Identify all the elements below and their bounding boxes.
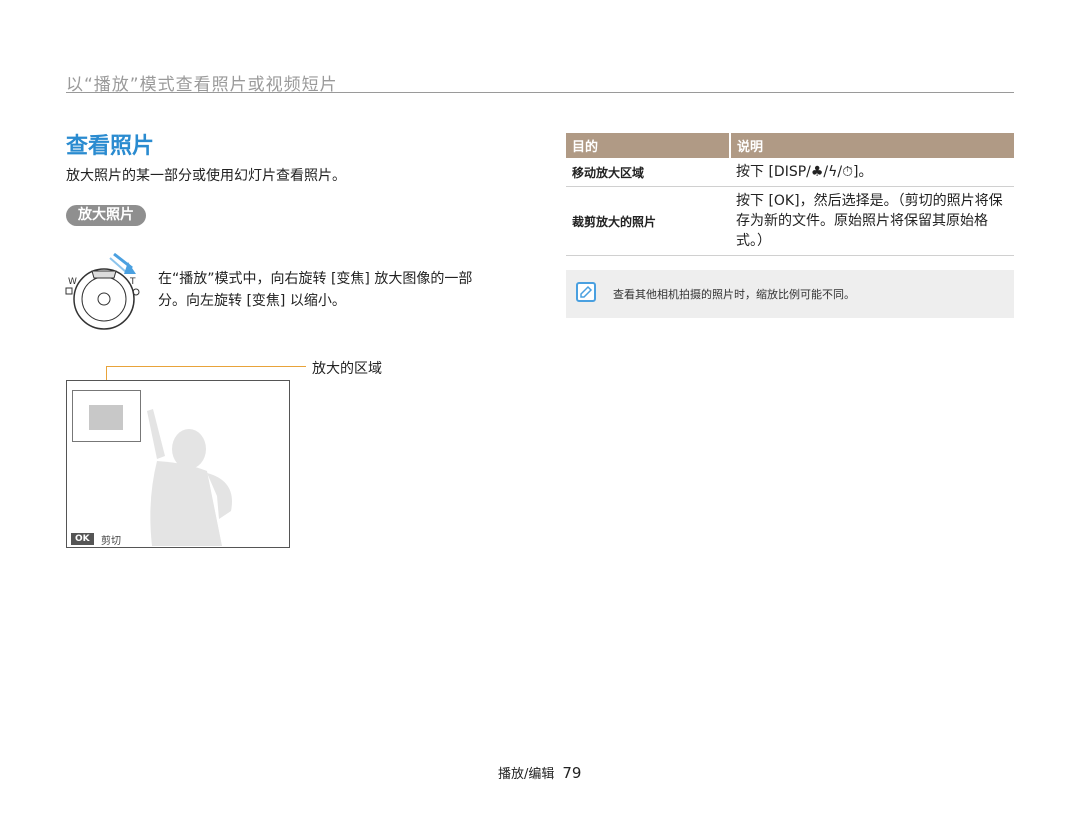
table-row: 裁剪放大的照片 按下 [OK]，然后选择是。（剪切的照片将保存为新的文件。原始照…	[566, 186, 1014, 256]
lever-t-label: T	[129, 277, 136, 287]
person-silhouette	[147, 409, 232, 546]
camera-screen: OK 剪切	[66, 380, 290, 548]
ok-button-icon: OK	[71, 533, 94, 545]
note-icon	[576, 282, 596, 302]
table-cell-desc: 按下 [DISP/♣/ϟ/⏱]。	[730, 158, 1014, 187]
table-cell-purpose: 移动放大区域	[566, 158, 730, 187]
zoom-lever-icon: W T	[65, 252, 140, 330]
instruction-line-2: 分。向左旋转 [变焦] 以缩小。	[158, 293, 346, 309]
callout-line	[106, 366, 306, 367]
table-header-desc: 说明	[729, 133, 1014, 158]
page-footer: 播放/编辑 79	[498, 763, 581, 782]
table-cell-desc: 按下 [OK]，然后选择是。（剪切的照片将保存为新的文件。原始照片将保留其原始格…	[730, 186, 1014, 256]
instruction-line-1: 在“播放”模式中，向右旋转 [变焦] 放大图像的一部	[158, 271, 473, 287]
zoomed-area-marker	[89, 405, 123, 430]
page-number: 79	[562, 764, 582, 782]
table-row: 移动放大区域 按下 [DISP/♣/ϟ/⏱]。	[566, 158, 1014, 187]
header-divider	[66, 92, 1014, 93]
options-table: 目的 说明 移动放大区域 按下 [DISP/♣/ϟ/⏱]。 裁剪放大的照片 按下…	[566, 133, 1014, 256]
note-box: 查看其他相机拍摄的照片时，缩放比例可能不同。	[566, 270, 1014, 318]
table-cell-purpose: 裁剪放大的照片	[566, 186, 730, 256]
note-text: 查看其他相机拍摄的照片时，缩放比例可能不同。	[613, 288, 855, 301]
intro-text: 放大照片的某一部分或使用幻灯片查看照片。	[66, 168, 346, 184]
lever-w-label: W	[68, 277, 77, 287]
callout-label: 放大的区域	[312, 361, 382, 377]
zoom-navigator	[72, 390, 141, 442]
subhead-badge: 放大照片	[66, 205, 146, 226]
table-header-purpose: 目的	[566, 133, 730, 158]
ok-label: 剪切	[101, 536, 121, 547]
instruction-text: 在“播放”模式中，向右旋转 [变焦] 放大图像的一部 分。向左旋转 [变焦] 以…	[158, 268, 528, 312]
footer-section: 播放/编辑	[498, 767, 555, 782]
page-title: 查看照片	[66, 134, 155, 159]
